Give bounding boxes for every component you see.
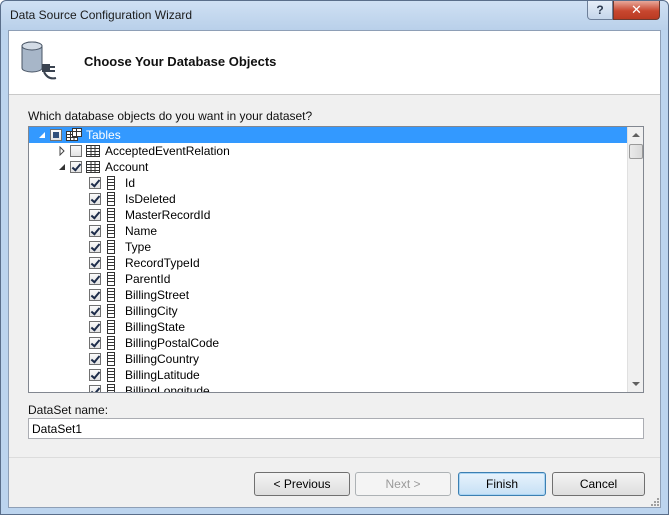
column-checkbox[interactable]	[89, 369, 101, 381]
page-title: Choose Your Database Objects	[84, 54, 277, 69]
column-checkbox[interactable]	[89, 257, 101, 269]
wizard-header: Choose Your Database Objects	[9, 31, 660, 95]
column-checkbox[interactable]	[89, 305, 101, 317]
column-icon	[107, 384, 115, 392]
tree-node-label: BillingCity	[125, 304, 178, 318]
tree-node-label: Id	[125, 176, 136, 190]
column-icon	[107, 304, 115, 318]
column-icon	[107, 192, 115, 206]
tree-node-label: RecordTypeId	[125, 256, 200, 270]
resize-grip-icon[interactable]	[650, 497, 660, 507]
tree-node-label: Account	[105, 160, 149, 174]
tree-node-table[interactable]: Account	[29, 159, 627, 175]
tree-rows: Tables AcceptedEventRelation Account Id …	[29, 127, 627, 392]
column-checkbox[interactable]	[89, 209, 101, 221]
tree-node-label: AcceptedEventRelation	[105, 144, 230, 158]
tree-node-column[interactable]: ParentId	[29, 271, 627, 287]
tree-node-label: Tables	[86, 128, 121, 142]
tree-node-column[interactable]: BillingPostalCode	[29, 335, 627, 351]
table-checkbox[interactable]	[70, 145, 82, 157]
scroll-down-arrow-icon[interactable]	[628, 376, 644, 392]
collapse-arrow-icon[interactable]	[57, 162, 67, 172]
column-checkbox[interactable]	[89, 273, 101, 285]
column-checkbox[interactable]	[89, 321, 101, 333]
wizard-client-area: Choose Your Database Objects Which datab…	[8, 30, 661, 508]
database-plug-icon	[21, 41, 57, 80]
collapse-arrow-icon[interactable]	[37, 130, 47, 140]
footer-divider	[9, 457, 660, 458]
column-icon	[107, 336, 115, 350]
scrollbar-thumb[interactable]	[629, 144, 643, 159]
column-checkbox[interactable]	[89, 337, 101, 349]
column-checkbox[interactable]	[89, 241, 101, 253]
tree-node-column[interactable]: BillingCountry	[29, 351, 627, 367]
table-icon	[86, 145, 100, 157]
wizard-window: Data Source Configuration Wizard ? ✕ Cho…	[0, 0, 669, 515]
scroll-up-arrow-icon[interactable]	[628, 127, 644, 143]
column-checkbox[interactable]	[89, 225, 101, 237]
tree-node-column[interactable]: BillingLongitude	[29, 383, 627, 392]
finish-button[interactable]: Finish	[458, 472, 546, 496]
tree-vertical-scrollbar[interactable]	[627, 127, 643, 392]
tree-node-column[interactable]: Name	[29, 223, 627, 239]
cancel-button[interactable]: Cancel	[552, 472, 645, 496]
previous-button[interactable]: < Previous	[254, 472, 350, 496]
column-icon	[107, 240, 115, 254]
tree-node-label: Name	[125, 224, 158, 238]
dataset-name-label: DataSet name:	[28, 403, 109, 417]
next-button[interactable]: Next >	[355, 472, 451, 496]
tree-node-label: IsDeleted	[125, 192, 176, 206]
column-icon	[107, 320, 115, 334]
tables-checkbox[interactable]	[50, 129, 62, 141]
tree-node-tables[interactable]: Tables	[29, 127, 627, 143]
column-icon	[107, 368, 115, 382]
tree-node-label: BillingState	[125, 320, 186, 334]
tree-node-label: ParentId	[125, 272, 171, 286]
tables-folder-icon	[66, 128, 82, 141]
window-title: Data Source Configuration Wizard	[10, 8, 193, 22]
tree-node-label: Type	[125, 240, 152, 254]
close-button[interactable]: ✕	[613, 1, 660, 20]
tree-node-label: BillingStreet	[125, 288, 190, 302]
tree-node-column[interactable]: BillingCity	[29, 303, 627, 319]
title-bar[interactable]: Data Source Configuration Wizard ? ✕	[1, 1, 668, 30]
column-icon	[107, 352, 115, 366]
expand-arrow-icon[interactable]	[57, 146, 67, 156]
dataset-name-input[interactable]	[28, 418, 644, 439]
column-icon	[107, 288, 115, 302]
tree-node-column[interactable]: MasterRecordId	[29, 207, 627, 223]
table-icon	[86, 161, 100, 173]
column-icon	[107, 224, 115, 238]
column-checkbox[interactable]	[89, 177, 101, 189]
tree-node-label: BillingLatitude	[125, 368, 200, 382]
tree-node-label: MasterRecordId	[125, 208, 211, 222]
column-checkbox[interactable]	[89, 289, 101, 301]
table-checkbox[interactable]	[70, 161, 82, 173]
help-button[interactable]: ?	[587, 1, 613, 20]
tree-node-column[interactable]: Id	[29, 175, 627, 191]
tree-node-label: BillingLongitude	[125, 384, 210, 392]
tree-node-column[interactable]: BillingLatitude	[29, 367, 627, 383]
tree-node-column[interactable]: BillingStreet	[29, 287, 627, 303]
tree-node-column[interactable]: Type	[29, 239, 627, 255]
tree-node-label: BillingPostalCode	[125, 336, 220, 350]
tree-node-label: BillingCountry	[125, 352, 200, 366]
column-icon	[107, 208, 115, 222]
column-checkbox[interactable]	[89, 193, 101, 205]
tree-node-table[interactable]: AcceptedEventRelation	[29, 143, 627, 159]
column-checkbox[interactable]	[89, 353, 101, 365]
tree-node-column[interactable]: IsDeleted	[29, 191, 627, 207]
column-checkbox[interactable]	[89, 385, 101, 392]
tree-node-column[interactable]: BillingState	[29, 319, 627, 335]
column-icon	[107, 176, 115, 190]
database-objects-tree[interactable]: Tables AcceptedEventRelation Account Id …	[28, 126, 644, 393]
tree-node-column[interactable]: RecordTypeId	[29, 255, 627, 271]
tree-prompt: Which database objects do you want in yo…	[28, 109, 313, 123]
column-icon	[107, 272, 115, 286]
column-icon	[107, 256, 115, 270]
